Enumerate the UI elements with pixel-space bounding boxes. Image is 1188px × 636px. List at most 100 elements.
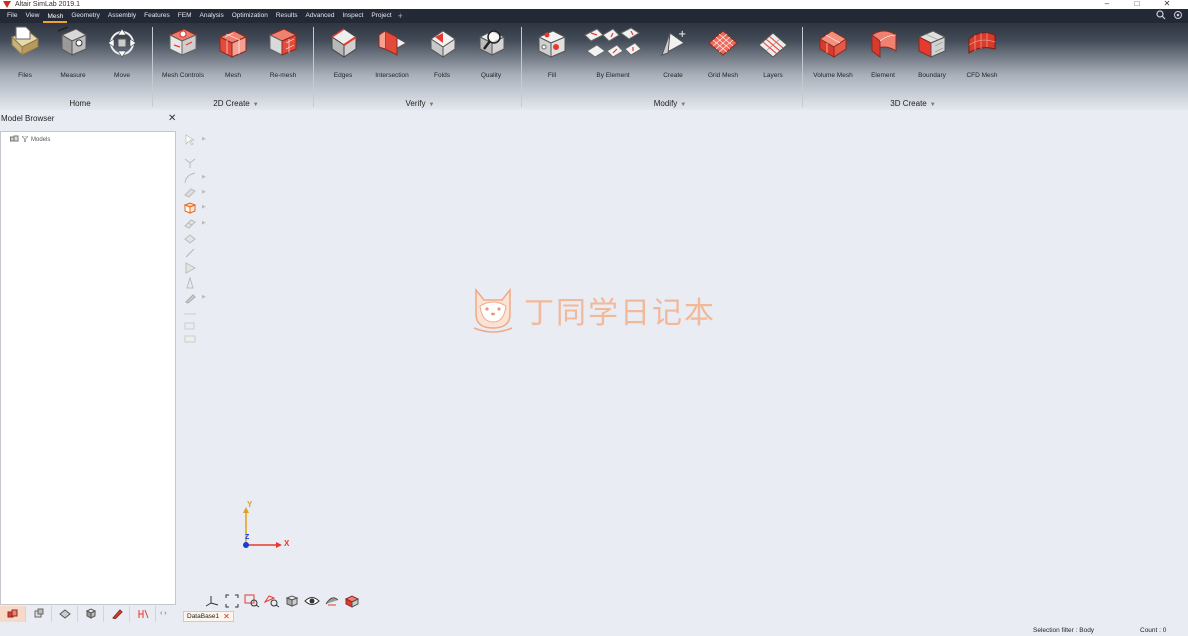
line-icon [185,248,195,258]
select-box-tool[interactable] [184,320,200,332]
menu-assembly[interactable]: Assembly [104,9,140,23]
menu-geometry[interactable]: Geometry [67,9,104,23]
display-mode-icon[interactable] [323,593,340,609]
maximize-button[interactable]: □ [1122,0,1152,9]
menu-optimization[interactable]: Optimization [228,9,272,23]
layers-tool[interactable]: Layers [748,25,798,80]
chevron-right-icon[interactable]: ▶ [202,136,206,142]
folds-tool[interactable]: Folds [417,25,467,80]
grid-mesh-tool[interactable]: Grid Mesh [698,25,748,80]
view-axes-icon[interactable] [203,593,220,609]
volume-mesh-tool[interactable]: Volume Mesh [808,25,858,80]
tab-sketch[interactable] [104,605,130,622]
menu-advanced[interactable]: Advanced [302,9,339,23]
quality-tool[interactable]: Quality [466,25,516,80]
select-window-tool[interactable] [184,333,200,345]
group-modify-label[interactable]: Modify ▼ [630,99,710,108]
chevron-right-icon[interactable]: ▶ [202,189,206,195]
groups-icon [138,609,148,619]
boundary-tool[interactable]: Boundary [907,25,957,80]
tab-model-browser[interactable] [0,605,26,622]
tab-layers[interactable] [52,605,78,622]
minimize-button[interactable]: – [1092,0,1122,9]
tab-bodies[interactable] [78,605,104,622]
window-title: Altair SimLab 2019.1 [15,1,80,8]
mesh-controls-icon [166,25,200,61]
fit-view-icon[interactable] [223,593,240,609]
menu-results[interactable]: Results [272,9,302,23]
select-cut-tool[interactable] [184,276,200,289]
search-icon[interactable] [1156,10,1166,22]
filter-icon[interactable] [21,135,29,144]
zoom-window-icon[interactable] [243,593,260,609]
model-browser-title: Model Browser [1,114,55,123]
chevron-down-icon: ▼ [929,102,936,108]
cfd-mesh-tool[interactable]: CFD Mesh [957,25,1007,80]
close-window-button[interactable]: ✕ [1152,0,1182,9]
group-2d-create-label[interactable]: 2D Create ▼ [196,99,276,108]
mesh-label: Mesh [225,72,241,79]
axis-triad: Y X Z [236,497,296,553]
element-icon [866,25,900,61]
chevron-right-icon[interactable]: ▶ [202,294,206,300]
create-tool[interactable]: + Create [648,25,698,80]
quality-icon [474,25,508,61]
menu-project[interactable]: Project [367,9,395,23]
select-body-tool[interactable]: ▶ [183,202,206,214]
view-toolbar [203,593,360,609]
group-3d-create-label[interactable]: 3D Create ▼ [873,99,953,108]
model-browser-panel: Models [0,131,176,605]
chevron-right-icon[interactable]: ▶ [202,220,206,226]
tab-groups[interactable] [130,605,156,622]
element-tool[interactable]: Element [858,25,908,80]
grid-mesh-label: Grid Mesh [708,72,738,79]
intersection-icon [375,25,409,61]
section-view-icon[interactable] [343,593,360,609]
select-triangle-tool[interactable] [184,262,200,274]
mesh-controls-tool[interactable]: Mesh Controls [158,25,208,80]
group-verify-label[interactable]: Verify ▼ [380,99,460,108]
add-menu-button[interactable]: + [396,11,405,21]
select-line-tool[interactable] [184,247,200,259]
select-pen-tool[interactable]: ▶ [184,292,206,304]
menu-inspect[interactable]: Inspect [338,9,367,23]
fill-tool[interactable]: Fill [527,25,577,80]
tree-item-models[interactable]: Models [10,135,50,145]
files-tool[interactable]: Files [0,25,50,80]
layers-icon [756,25,790,61]
select-edge-tool[interactable]: ▶ [184,172,206,184]
select-mesh-face-tool[interactable]: ▶ [184,218,206,230]
chevron-right-icon[interactable]: ▶ [202,204,206,210]
intersection-tool[interactable]: Intersection [367,25,417,80]
by-element-tool[interactable]: By Element [583,25,643,80]
menu-analysis[interactable]: Analysis [196,9,228,23]
menu-view[interactable]: View [21,9,43,23]
mesh-controls-label: Mesh Controls [162,72,204,79]
move-tool[interactable]: Move [97,25,147,80]
select-element-tool[interactable] [184,233,200,245]
view-orientation-icon[interactable] [283,593,300,609]
document-tab[interactable]: DataBase1 ✕ [183,611,234,622]
menu-mesh[interactable]: Mesh [43,10,68,23]
menu-features[interactable]: Features [140,9,174,23]
select-face-tool[interactable]: ▶ [184,187,206,199]
select-pointer-tool[interactable]: ▶ [184,134,206,146]
remesh-tool[interactable]: Re-mesh [258,25,308,80]
menu-fem[interactable]: FEM [174,9,196,23]
measure-icon [56,25,90,61]
selection-filter-status[interactable]: Selection filter : Body [1033,627,1094,634]
tab-scroll-arrows[interactable]: ‹ › [160,610,167,617]
tab-assembly[interactable] [26,605,52,622]
edges-tool[interactable]: Edges [318,25,368,80]
visibility-eye-icon[interactable] [303,593,320,609]
pen-icon [185,294,196,304]
chevron-right-icon[interactable]: ▶ [202,174,206,180]
measure-tool[interactable]: Measure [48,25,98,80]
mesh-tool[interactable]: Mesh [208,25,258,80]
close-icon[interactable]: ✕ [168,113,176,124]
menu-file[interactable]: File [3,9,21,23]
select-vertex-tool[interactable] [184,157,200,169]
settings-icon[interactable] [1173,10,1183,22]
zoom-selection-icon[interactable] [263,593,280,609]
close-icon[interactable]: ✕ [223,612,230,621]
